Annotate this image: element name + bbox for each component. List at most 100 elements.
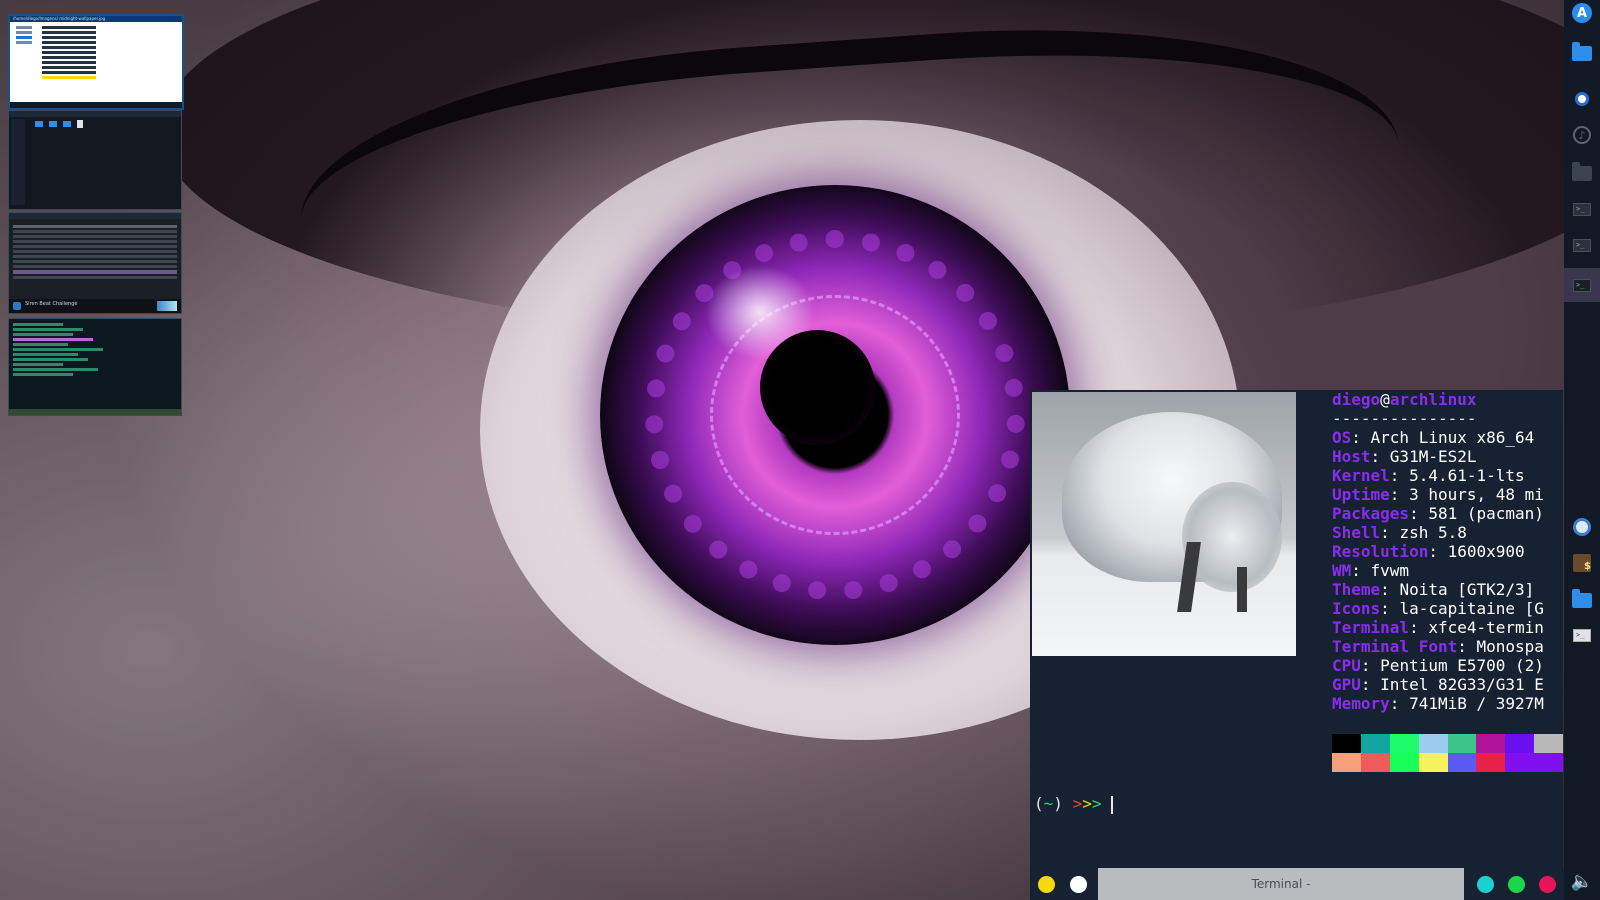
now-playing-title: Siren Beat Challenge bbox=[25, 301, 78, 307]
terminal-icon: >_ bbox=[1573, 628, 1591, 642]
terminal-icon: >_ bbox=[1573, 278, 1591, 292]
neofetch-separator: --------------- bbox=[1332, 409, 1477, 428]
folder-icon bbox=[1572, 161, 1592, 181]
neofetch-row-resolution: Resolution: 1600x900 bbox=[1332, 542, 1525, 561]
waveform-icon bbox=[157, 301, 177, 311]
white-dot-icon[interactable] bbox=[1070, 876, 1087, 893]
pager-thumbnail-file-manager[interactable]: /home/diego/Imagens/ midnight-wallpaper.… bbox=[8, 14, 184, 110]
terminal-button[interactable]: >_ bbox=[1569, 622, 1595, 648]
neofetch-row-memory: Memory: 741MiB / 3927M bbox=[1332, 694, 1544, 713]
palette-row-bright bbox=[1332, 753, 1563, 772]
neofetch-row-cpu: CPU: Pentium E5700 (2) bbox=[1332, 656, 1544, 675]
neofetch-image bbox=[1032, 392, 1296, 656]
folder-button[interactable] bbox=[1569, 160, 1595, 186]
thumbnail-sidebar bbox=[12, 24, 36, 100]
neofetch-row-kernel: Kernel: 5.4.61-1-lts bbox=[1332, 466, 1525, 485]
pager-thumbnail-code-editor[interactable] bbox=[8, 318, 182, 416]
palette-bright-swatch bbox=[1389, 753, 1419, 772]
folder-icon bbox=[35, 121, 43, 127]
color-palette bbox=[1332, 734, 1563, 772]
neofetch-at: @ bbox=[1380, 390, 1390, 409]
neofetch-row-shell: Shell: zsh 5.8 bbox=[1332, 523, 1467, 542]
package-icon: $ bbox=[1573, 554, 1591, 572]
file-manager-button[interactable] bbox=[1569, 587, 1595, 613]
thumbnail-status-bar bbox=[10, 102, 182, 108]
arch-launcher-button[interactable]: A bbox=[1569, 0, 1595, 26]
palette-row-normal bbox=[1332, 734, 1563, 753]
yellow-dot-icon[interactable] bbox=[1038, 876, 1055, 893]
terminal-button-active[interactable]: >_ bbox=[1564, 268, 1600, 302]
folder-icon bbox=[63, 121, 71, 127]
thumbnail-toolbar bbox=[9, 213, 181, 219]
browser-button[interactable] bbox=[1569, 514, 1595, 540]
green-dot-icon[interactable] bbox=[1508, 876, 1525, 893]
shell-prompt[interactable]: (~) >>> bbox=[1034, 794, 1114, 814]
neofetch-row-host: Host: G31M-ES2L bbox=[1332, 447, 1477, 466]
cyan-dot-icon[interactable] bbox=[1477, 876, 1494, 893]
palette-normal-swatch bbox=[1476, 734, 1506, 753]
folder-icon bbox=[49, 121, 57, 127]
neofetch-row-terminal-font: Terminal Font: Monospa bbox=[1332, 637, 1544, 656]
taskbar-window-button[interactable]: Terminal - bbox=[1098, 868, 1464, 900]
thumbnail-sidebar bbox=[11, 119, 25, 205]
package-manager-button[interactable]: $ bbox=[1569, 550, 1595, 576]
taskbar: Terminal - bbox=[1030, 868, 1564, 900]
thumbnail-status-bar bbox=[9, 409, 181, 415]
palette-normal-swatch bbox=[1447, 734, 1477, 753]
neofetch-row-gpu: GPU: Intel 82G33/G31 E bbox=[1332, 675, 1544, 694]
terminal-button[interactable]: >_ bbox=[1569, 232, 1595, 258]
album-art-icon bbox=[13, 302, 21, 310]
thumbnail-now-playing-bar: Siren Beat Challenge bbox=[9, 299, 181, 313]
right-dock: A ♪ >_ >_ >_ $ >_ 🔈 bbox=[1564, 0, 1600, 900]
neofetch-title: diego@archlinux bbox=[1332, 390, 1563, 409]
palette-bright-swatch bbox=[1505, 753, 1535, 772]
palette-bright-swatch bbox=[1332, 753, 1361, 772]
neofetch-host: archlinux bbox=[1389, 390, 1477, 409]
palette-bright-swatch bbox=[1476, 753, 1506, 772]
neofetch-row-os: OS: Arch Linux x86_64 bbox=[1332, 428, 1535, 447]
terminal-icon: >_ bbox=[1573, 202, 1591, 216]
palette-bright-swatch bbox=[1418, 753, 1448, 772]
palette-normal-swatch bbox=[1505, 734, 1535, 753]
neofetch-info: diego@archlinux --------------- OS: Arch L… bbox=[1332, 390, 1563, 713]
file-icon bbox=[77, 120, 83, 128]
palette-normal-swatch bbox=[1360, 734, 1390, 753]
file-manager-button[interactable] bbox=[1569, 40, 1595, 66]
pager-thumbnail-music-player[interactable]: Siren Beat Challenge bbox=[8, 212, 182, 314]
music-player-icon: ♪ bbox=[1573, 126, 1591, 144]
palette-bright-swatch bbox=[1534, 753, 1563, 772]
tree-crown-shape bbox=[1182, 482, 1282, 592]
browser-icon bbox=[1573, 518, 1591, 536]
terminal-window[interactable]: diego@archlinux --------------- OS: Arch L… bbox=[1030, 390, 1563, 900]
text-cursor bbox=[1111, 795, 1114, 814]
volume-icon: 🔈 bbox=[1570, 870, 1594, 892]
thumbnail-file-list bbox=[38, 24, 100, 100]
neofetch-row-wm: WM: fvwm bbox=[1332, 561, 1410, 580]
thumbnail-path-bar: /home/diego/Imagens/ midnight-wallpaper.… bbox=[10, 16, 182, 22]
neofetch-row-uptime: Uptime: 3 hours, 48 mi bbox=[1332, 485, 1544, 504]
terminal-icon: >_ bbox=[1573, 238, 1591, 252]
folder-icon bbox=[1572, 588, 1592, 608]
neofetch-row-packages: Packages: 581 (pacman) bbox=[1332, 504, 1544, 523]
palette-bright-swatch bbox=[1360, 753, 1390, 772]
pupil-shape bbox=[760, 330, 875, 445]
palette-normal-swatch bbox=[1389, 734, 1419, 753]
palette-normal-swatch bbox=[1332, 734, 1361, 753]
red-dot-icon[interactable] bbox=[1539, 876, 1556, 893]
chromium-button[interactable] bbox=[1569, 86, 1595, 112]
neofetch-row-theme: Theme: Noita [GTK2/3] bbox=[1332, 580, 1535, 599]
neofetch-row-icons: Icons: la-capitaine [G bbox=[1332, 599, 1544, 618]
thumbnail-title-bar bbox=[9, 111, 181, 117]
chromium-icon bbox=[1575, 92, 1589, 106]
tree-trunk-shape bbox=[1237, 567, 1247, 612]
neofetch-row-terminal: Terminal: xfce4-termin bbox=[1332, 618, 1544, 637]
palette-bright-swatch bbox=[1447, 753, 1477, 772]
neofetch-user: diego bbox=[1332, 390, 1381, 409]
pager-thumbnail-nautilus[interactable] bbox=[8, 110, 182, 210]
music-player-button[interactable]: ♪ bbox=[1569, 122, 1595, 148]
volume-button[interactable]: 🔈 bbox=[1569, 868, 1595, 894]
palette-normal-swatch bbox=[1534, 734, 1563, 753]
folder-icon bbox=[1572, 41, 1592, 61]
terminal-button[interactable]: >_ bbox=[1569, 196, 1595, 222]
palette-normal-swatch bbox=[1418, 734, 1448, 753]
